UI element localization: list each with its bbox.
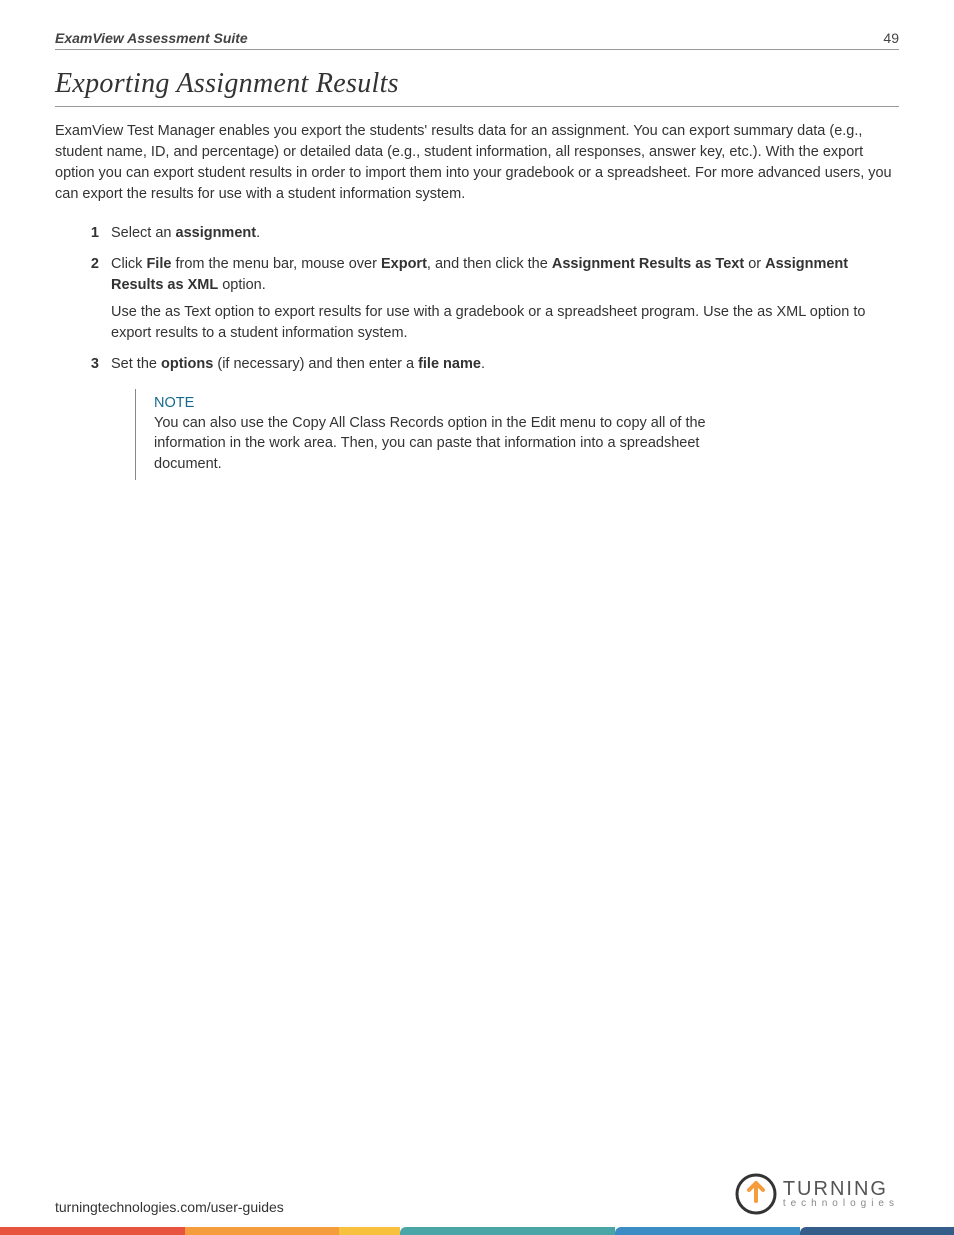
- step-text: or: [744, 256, 765, 272]
- step-text: Click: [111, 256, 146, 272]
- note-body: You can also use the Copy All Class Reco…: [154, 413, 757, 474]
- step-text: .: [481, 356, 485, 372]
- step-bold: options: [161, 356, 213, 372]
- section-heading: Exporting Assignment Results: [55, 68, 899, 107]
- footer-url: turningtechnologies.com/user-guides: [55, 1199, 284, 1215]
- intro-paragraph: ExamView Test Manager enables you export…: [55, 121, 899, 205]
- page-footer: turningtechnologies.com/user-guides TURN…: [0, 1173, 954, 1235]
- company-logo: TURNING technologies: [735, 1173, 899, 1215]
- step-item: 3 Set the options (if necessary) and the…: [85, 354, 899, 375]
- logo-icon: [735, 1173, 777, 1215]
- step-text: option.: [218, 277, 266, 293]
- step-number: 2: [85, 254, 99, 344]
- step-text: .: [256, 225, 260, 241]
- step-number: 1: [85, 223, 99, 244]
- page-header: ExamView Assessment Suite 49: [55, 30, 899, 50]
- step-text: Select an: [111, 225, 176, 241]
- step-text: from the menu bar, mouse over: [171, 256, 381, 272]
- step-text: , and then click the: [427, 256, 552, 272]
- logo-sub-text: technologies: [783, 1199, 899, 1209]
- step-item: 2 Click File from the menu bar, mouse ov…: [85, 254, 899, 344]
- step-bold: Assignment Results as Text: [552, 256, 744, 272]
- note-title: NOTE: [154, 395, 757, 411]
- step-number: 3: [85, 354, 99, 375]
- step-text: Set the: [111, 356, 161, 372]
- step-text: (if necessary) and then enter a: [213, 356, 418, 372]
- step-bold: file name: [418, 356, 481, 372]
- step-body: Click File from the menu bar, mouse over…: [111, 254, 899, 344]
- step-extra-text: Use the as Text option to export results…: [111, 302, 899, 344]
- steps-list: 1 Select an assignment. 2 Click File fro…: [85, 223, 899, 375]
- page-number: 49: [883, 30, 899, 46]
- logo-main-text: TURNING: [783, 1179, 899, 1199]
- document-title: ExamView Assessment Suite: [55, 30, 248, 46]
- step-bold: File: [146, 256, 171, 272]
- step-body: Select an assignment.: [111, 223, 899, 244]
- note-callout: NOTE You can also use the Copy All Class…: [135, 389, 775, 480]
- step-item: 1 Select an assignment.: [85, 223, 899, 244]
- step-bold: Export: [381, 256, 427, 272]
- step-body: Set the options (if necessary) and then …: [111, 354, 899, 375]
- step-bold: assignment: [176, 225, 257, 241]
- footer-color-bar: [0, 1227, 954, 1235]
